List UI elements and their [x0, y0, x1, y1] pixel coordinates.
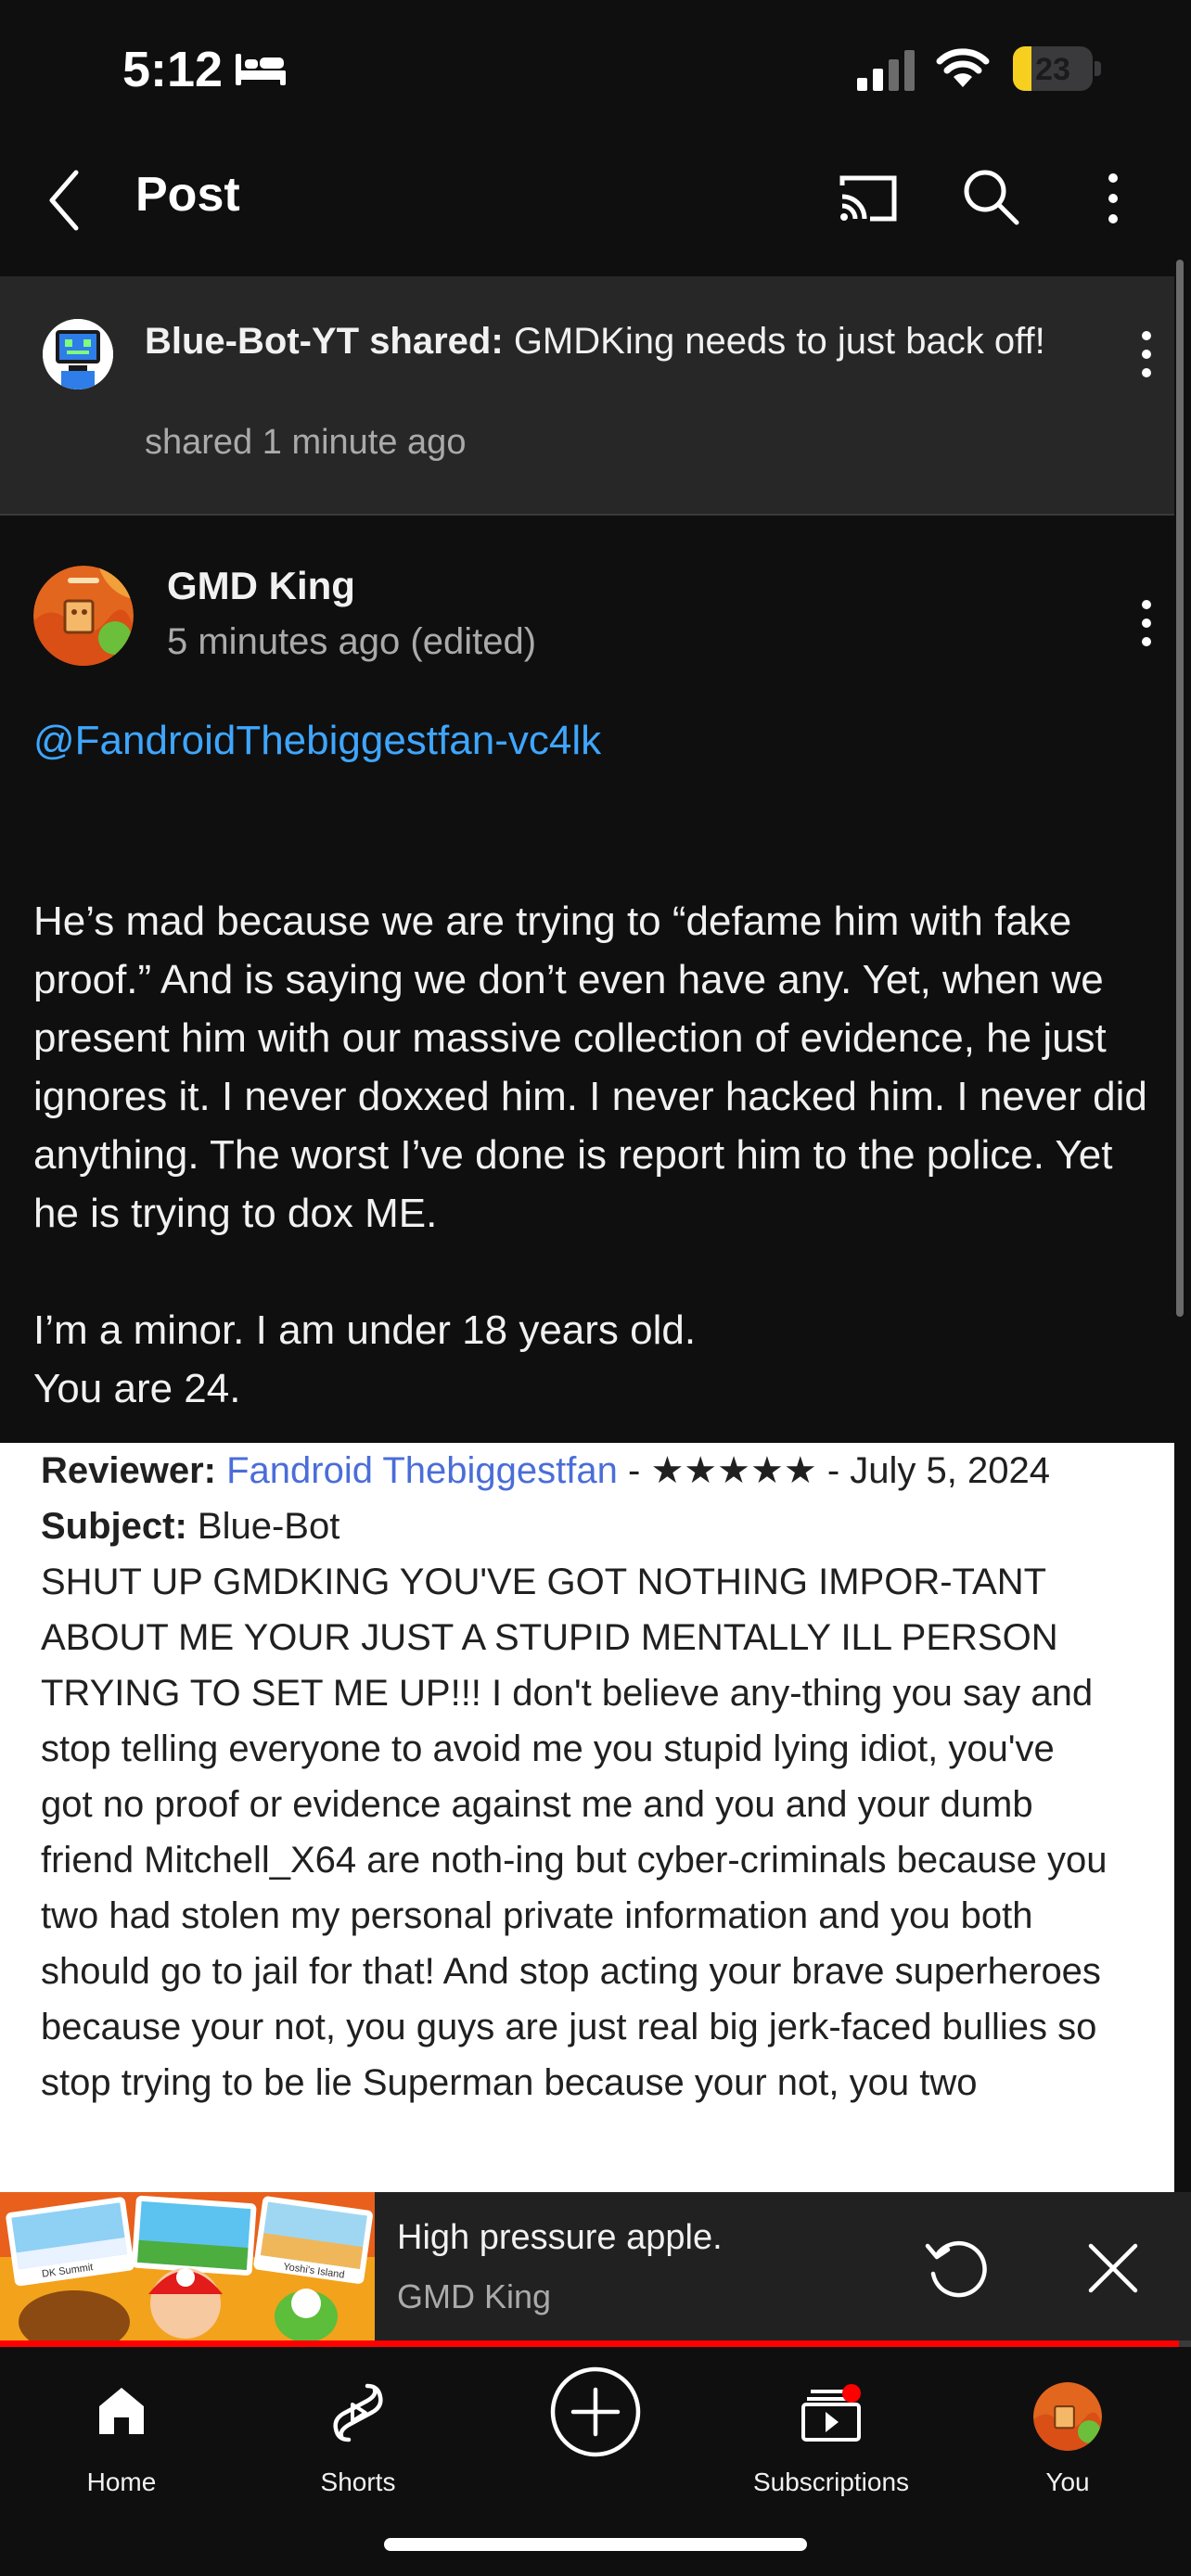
shared-time: shared 1 minute ago: [145, 423, 467, 462]
post-paragraph: He’s mad because we are trying to “defam…: [33, 899, 1147, 1236]
page-title: Post: [135, 168, 240, 222]
nav-shorts[interactable]: Shorts: [256, 2366, 460, 2505]
bed-icon: [236, 54, 286, 85]
post-timestamp: 5 minutes ago (edited): [167, 621, 537, 662]
reviewer-name: Fandroid Thebiggestfan: [226, 1450, 618, 1491]
shared-post-banner[interactable]: Blue-Bot-YT shared: GMDKing needs to jus…: [0, 276, 1174, 516]
wifi-icon: [936, 48, 990, 87]
nav-home[interactable]: Home: [19, 2366, 224, 2505]
mario-kart-thumbnail-icon: DK Summit Yoshi's Island: [0, 2192, 375, 2340]
mini-player-progress[interactable]: [0, 2340, 1191, 2347]
review-body: SHUT UP GMDKING YOU'VE GOT NOTHING IMPOR…: [41, 1562, 1108, 2103]
author-name[interactable]: GMD King: [167, 564, 355, 608]
shorts-icon: [333, 2383, 383, 2442]
battery-percent: 23: [1035, 52, 1070, 87]
scrollbar[interactable]: [1176, 260, 1184, 1317]
reviewer-meta: - ★★★★★ - July 5, 2024: [617, 1450, 1050, 1491]
cast-icon[interactable]: [835, 165, 902, 232]
create-button[interactable]: [493, 2366, 698, 2505]
back-icon[interactable]: [43, 165, 85, 236]
nav-label: Subscriptions: [752, 2468, 910, 2496]
more-vert-icon[interactable]: [1133, 593, 1159, 653]
mini-player-thumbnail[interactable]: DK Summit Yoshi's Island: [0, 2192, 375, 2340]
signal-icon: [857, 50, 915, 91]
subject-label: Subject:: [41, 1506, 187, 1547]
home-indicator: [384, 2538, 807, 2551]
post-header: GMD King 5 minutes ago (edited): [0, 516, 1174, 666]
battery-icon: 23: [1013, 46, 1102, 91]
home-icon: [99, 2388, 144, 2434]
nav-you[interactable]: You: [966, 2366, 1170, 2505]
mini-player[interactable]: DK Summit Yoshi's Island High pressure a…: [0, 2192, 1191, 2344]
post-image[interactable]: Reviewer: Fandroid Thebiggestfan - ★★★★★…: [0, 1443, 1174, 2192]
subscriptions-icon: [801, 2384, 861, 2442]
shared-post-title: GMDKing needs to just back off!: [513, 321, 1045, 362]
progress-fill: [0, 2340, 1180, 2347]
shared-title: Blue-Bot-YT shared: GMDKing needs to jus…: [145, 319, 1054, 363]
gmd-king-avatar-icon: [1033, 2382, 1102, 2451]
status-time: 5:12: [122, 42, 224, 97]
avatar: [1033, 2382, 1102, 2451]
sharer-name: Blue-Bot-YT shared:: [145, 321, 504, 362]
replay-icon[interactable]: [922, 2231, 994, 2303]
status-bar: 5:12 23: [0, 0, 1191, 139]
nav-label: Home: [86, 2468, 157, 2496]
post-paragraph: I’m a minor. I am under 18 years old.: [33, 1307, 697, 1353]
post-paragraph: You are 24.: [33, 1366, 241, 1411]
subject-value: Blue-Bot: [186, 1506, 340, 1547]
review-text: Reviewer: Fandroid Thebiggestfan - ★★★★★…: [41, 1443, 1108, 2111]
mini-player-title[interactable]: High pressure apple.: [397, 2218, 723, 2258]
nav-label: Shorts: [320, 2468, 396, 2496]
avatar[interactable]: [33, 566, 134, 666]
more-vert-icon[interactable]: [1133, 325, 1159, 384]
mention-link[interactable]: @FandroidThebiggestfan-vc4lk: [33, 718, 601, 764]
close-icon[interactable]: [1085, 2240, 1141, 2296]
gmd-king-avatar-icon: [33, 566, 134, 666]
search-icon[interactable]: [959, 163, 1020, 234]
nav-label: You: [1045, 2468, 1090, 2496]
top-app-bar: Post: [0, 139, 1191, 274]
post-body: He’s mad because we are trying to “defam…: [33, 892, 1165, 1418]
robot-avatar-icon: [43, 319, 113, 389]
add-circle-icon: [550, 2366, 641, 2457]
mini-player-channel: GMD King: [397, 2277, 552, 2315]
nav-subscriptions[interactable]: Subscriptions: [729, 2366, 933, 2505]
more-vert-icon[interactable]: [1096, 163, 1130, 234]
avatar[interactable]: [43, 319, 113, 389]
reviewer-label: Reviewer:: [41, 1450, 216, 1491]
